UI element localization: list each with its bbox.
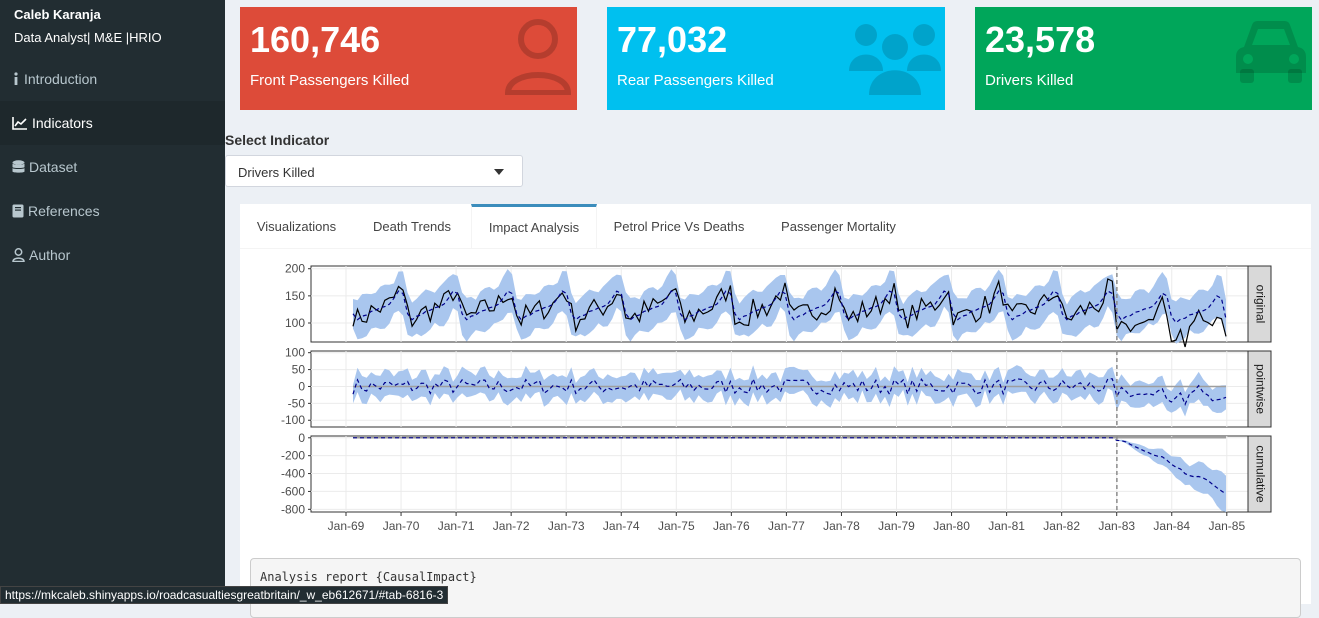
y-tick-label: 0 bbox=[298, 431, 305, 445]
tab-death-trends[interactable]: Death Trends bbox=[353, 204, 471, 248]
y-tick-label: 50 bbox=[292, 363, 306, 377]
tab-impact-analysis[interactable]: Impact Analysis bbox=[471, 204, 597, 248]
x-tick-label: Jan-84 bbox=[1153, 519, 1190, 533]
y-tick-label: -50 bbox=[288, 396, 306, 410]
y-tick-label: 0 bbox=[298, 379, 305, 393]
value-box-front-passengers: 160,746 Front Passengers Killed bbox=[240, 7, 577, 110]
y-tick-label: -600 bbox=[281, 484, 305, 498]
line-chart-icon bbox=[12, 117, 27, 130]
y-tick-label: 100 bbox=[285, 346, 305, 360]
analysis-report-text: Analysis report {CausalImpact} bbox=[260, 570, 477, 584]
x-tick-label: Jan-72 bbox=[493, 519, 530, 533]
select-indicator-label: Select Indicator bbox=[225, 132, 330, 148]
info-icon bbox=[14, 72, 18, 85]
x-tick-label: Jan-79 bbox=[878, 519, 915, 533]
sidebar-item-label: Author bbox=[29, 247, 71, 263]
x-tick-label: Jan-75 bbox=[658, 519, 695, 533]
main-content: 160,746 Front Passengers Killed 77,032 R… bbox=[225, 0, 1319, 618]
database-icon bbox=[12, 160, 25, 173]
y-tick-label: -200 bbox=[281, 449, 305, 463]
y-tick-label: -400 bbox=[281, 467, 305, 481]
causal-impact-chart: 100 150 200 original -100 -50 0 50 100 pointwise -… bbox=[281, 262, 1272, 533]
x-tick-label: Jan-83 bbox=[1098, 519, 1135, 533]
tab-bar: Visualizations Death Trends Impact Analy… bbox=[240, 204, 1311, 249]
x-tick-label: Jan-85 bbox=[1208, 519, 1245, 533]
x-tick-label: Jan-77 bbox=[768, 519, 805, 533]
panel-strip-label: original bbox=[1253, 285, 1267, 324]
x-tick-label: Jan-70 bbox=[383, 519, 420, 533]
x-tick-label: Jan-78 bbox=[823, 519, 860, 533]
x-tick-label: Jan-71 bbox=[438, 519, 475, 533]
x-tick-label: Jan-80 bbox=[933, 519, 970, 533]
tab-petrol-price-vs-deaths[interactable]: Petrol Price Vs Deaths bbox=[597, 204, 761, 248]
users-icon bbox=[849, 24, 941, 95]
x-tick-label: Jan-82 bbox=[1043, 519, 1080, 533]
sidebar-item-label: Dataset bbox=[29, 159, 78, 175]
value-box-number: 160,746 bbox=[250, 19, 381, 60]
value-box-number: 23,578 bbox=[985, 19, 1096, 60]
value-box-number: 77,032 bbox=[617, 19, 728, 60]
sidebar-item-dataset[interactable]: Dataset bbox=[0, 145, 225, 189]
status-bar-url: https://mkcaleb.shinyapps.io/roadcasualt… bbox=[0, 586, 449, 604]
user-role: Data Analyst| M&E |HRIO bbox=[14, 30, 162, 45]
x-tick-label: Jan-74 bbox=[603, 519, 640, 533]
tab-visualizations[interactable]: Visualizations bbox=[240, 204, 353, 248]
sidebar: Caleb Karanja Data Analyst| M&E |HRIO In… bbox=[0, 0, 225, 604]
y-tick-label: -100 bbox=[281, 413, 305, 427]
sidebar-item-indicators[interactable]: Indicators bbox=[0, 101, 225, 145]
sidebar-item-label: Indicators bbox=[32, 115, 93, 131]
indicator-select-value: Drivers Killed bbox=[238, 165, 315, 180]
user-name: Caleb Karanja bbox=[14, 7, 101, 22]
x-tick-label: Jan-69 bbox=[328, 519, 365, 533]
tab-passenger-mortality[interactable]: Passenger Mortality bbox=[761, 204, 916, 248]
value-box-rear-passengers: 77,032 Rear Passengers Killed bbox=[607, 7, 945, 110]
x-tick-label: Jan-76 bbox=[713, 519, 750, 533]
y-tick-label: -800 bbox=[281, 502, 305, 516]
panel-strip-label: pointwise bbox=[1253, 364, 1267, 414]
value-box-label: Drivers Killed bbox=[985, 72, 1074, 89]
indicator-select[interactable]: Drivers Killed bbox=[225, 155, 523, 187]
sidebar-item-author[interactable]: Author bbox=[0, 233, 225, 277]
y-tick-label: 100 bbox=[285, 316, 305, 330]
user-icon bbox=[12, 248, 25, 262]
value-box-drivers: 23,578 Drivers Killed bbox=[975, 7, 1312, 110]
value-box-label: Front Passengers Killed bbox=[250, 72, 410, 89]
book-icon bbox=[12, 204, 24, 218]
sidebar-item-label: Introduction bbox=[24, 71, 98, 87]
panel-strip-label: cumulative bbox=[1253, 445, 1267, 503]
sidebar-item-references[interactable]: References bbox=[0, 189, 225, 233]
caret-down-icon bbox=[494, 169, 504, 175]
car-icon bbox=[1236, 21, 1306, 83]
y-tick-label: 150 bbox=[285, 289, 305, 303]
y-tick-label: 200 bbox=[285, 262, 305, 276]
user-icon bbox=[504, 19, 572, 95]
sidebar-item-label: References bbox=[28, 203, 100, 219]
x-tick-label: Jan-73 bbox=[548, 519, 585, 533]
tab-box: Visualizations Death Trends Impact Analy… bbox=[240, 204, 1311, 618]
value-box-label: Rear Passengers Killed bbox=[617, 72, 774, 89]
sidebar-item-introduction[interactable]: Introduction bbox=[0, 57, 225, 101]
x-tick-label: Jan-81 bbox=[988, 519, 1025, 533]
